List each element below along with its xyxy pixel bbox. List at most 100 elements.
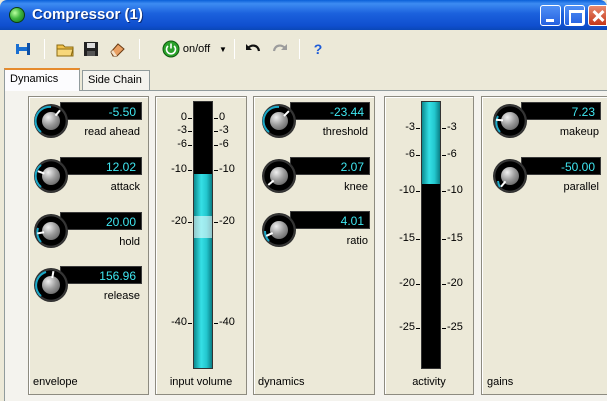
eraser-icon[interactable] (106, 39, 128, 59)
makeup-knob[interactable] (493, 104, 527, 138)
input-volume-tick-left: -10 (171, 163, 187, 175)
input-volume-tick-left: -40 (171, 316, 187, 328)
ratio-value[interactable]: 4.01 (290, 211, 370, 229)
activity-tick-left: -25 (399, 321, 415, 333)
input-volume-label: input volume (169, 376, 233, 388)
activity-tick-mark (416, 284, 420, 285)
hold-knob[interactable] (34, 214, 68, 248)
knee-value[interactable]: 2.07 (290, 157, 370, 175)
release-knob[interactable] (34, 268, 68, 302)
input-volume-tick-mark (214, 222, 218, 223)
input-volume-tick-mark (188, 118, 192, 119)
activity-tick-mark (416, 191, 420, 192)
activity-level (422, 102, 440, 184)
toolbar-separator (139, 39, 140, 59)
input-volume-tick-mark (188, 145, 192, 146)
input-volume-tick-mark (214, 145, 218, 146)
activity-tick-right: -6 (447, 148, 457, 160)
input-volume-tick-right: -40 (219, 316, 235, 328)
activity-tick-right: -20 (447, 277, 463, 289)
toolbar: on/off ▼ ? (0, 30, 607, 65)
input-volume-tick-mark (214, 118, 218, 119)
activity-meter (421, 101, 441, 369)
activity-label: activity (412, 376, 446, 388)
open-folder-icon[interactable] (54, 39, 76, 59)
toolbar-separator (44, 39, 45, 59)
save-icon[interactable] (80, 39, 102, 59)
activity-tick-mark (442, 284, 446, 285)
minimize-button[interactable] (540, 5, 561, 26)
activity-tick-mark (442, 328, 446, 329)
input-volume-tick-mark (214, 170, 218, 171)
activity-tick-right: -25 (447, 321, 463, 333)
read-ahead-knob[interactable] (34, 104, 68, 138)
knee-knob[interactable] (262, 159, 296, 193)
activity-tick-mark (442, 155, 446, 156)
pin-icon[interactable] (14, 39, 34, 59)
redo-icon[interactable] (270, 39, 290, 59)
title-bar[interactable]: Compressor (1) (0, 0, 607, 30)
makeup-value[interactable]: 7.23 (521, 102, 601, 120)
activity-tick-mark (442, 191, 446, 192)
input-volume-tick-right: -10 (219, 163, 235, 175)
activity-tick-right: -3 (447, 121, 457, 133)
makeup-label: makeup (559, 126, 599, 138)
release-value[interactable]: 156.96 (60, 266, 142, 284)
activity-tick-mark (416, 239, 420, 240)
help-icon[interactable]: ? (308, 39, 328, 59)
maximize-button[interactable] (564, 5, 585, 26)
input-volume-tick-right: -20 (219, 215, 235, 227)
chevron-down-icon[interactable]: ▼ (218, 39, 228, 59)
input-volume-tick-mark (188, 170, 192, 171)
input-volume-tick-mark (214, 131, 218, 132)
onoff-label: on/off (182, 43, 211, 55)
knee-label: knee (344, 181, 368, 193)
activity-tick-mark (442, 239, 446, 240)
attack-label: attack (110, 181, 140, 193)
read-ahead-label: read ahead (84, 126, 140, 138)
ratio-knob[interactable] (262, 213, 296, 247)
attack-knob[interactable] (34, 159, 68, 193)
attack-value[interactable]: 12.02 (60, 157, 142, 175)
input-volume-tick-mark (188, 323, 192, 324)
activity-tick-right: -15 (447, 232, 463, 244)
toolbar-separator (299, 39, 300, 59)
app-icon (9, 7, 25, 23)
envelope-label: envelope (33, 376, 78, 388)
input-volume-meter[interactable] (193, 101, 213, 369)
threshold-value[interactable]: -23.44 (290, 102, 370, 120)
input-volume-level (194, 174, 212, 368)
parallel-knob[interactable] (493, 159, 527, 193)
activity-tick-right: -10 (447, 184, 463, 196)
window-title: Compressor (1) (32, 6, 143, 23)
undo-icon[interactable] (243, 39, 263, 59)
hold-label: hold (119, 236, 140, 248)
hold-value[interactable]: 20.00 (60, 212, 142, 230)
gains-group (481, 96, 607, 395)
input-volume-tick-left: -3 (177, 124, 187, 136)
power-icon (162, 40, 180, 58)
tab-side-chain[interactable]: Side Chain (82, 70, 150, 90)
parallel-label: parallel (563, 181, 599, 193)
dynamics-label: dynamics (258, 376, 305, 388)
input-volume-tick-mark (188, 131, 192, 132)
input-volume-tick-mark (214, 323, 218, 324)
close-button[interactable] (588, 5, 607, 26)
activity-tick-left: -15 (399, 232, 415, 244)
threshold-label: threshold (322, 126, 368, 138)
input-volume-tick-left: -20 (171, 215, 187, 227)
activity-tick-mark (442, 128, 446, 129)
input-volume-tick-mark (188, 222, 192, 223)
toolbar-separator (234, 39, 235, 59)
parallel-value[interactable]: -50.00 (521, 157, 601, 175)
read-ahead-value[interactable]: -5.50 (60, 102, 142, 120)
onoff-button[interactable]: on/off (155, 39, 217, 59)
tab-dynamics[interactable]: Dynamics (4, 68, 80, 91)
activity-tick-mark (416, 128, 420, 129)
activity-tick-left: -20 (399, 277, 415, 289)
input-volume-tick-right: 0 (219, 111, 226, 123)
input-volume-tick-right: -3 (219, 124, 229, 136)
activity-tick-left: -3 (405, 121, 415, 133)
input-volume-handle[interactable] (194, 216, 212, 238)
threshold-knob[interactable] (262, 104, 296, 138)
